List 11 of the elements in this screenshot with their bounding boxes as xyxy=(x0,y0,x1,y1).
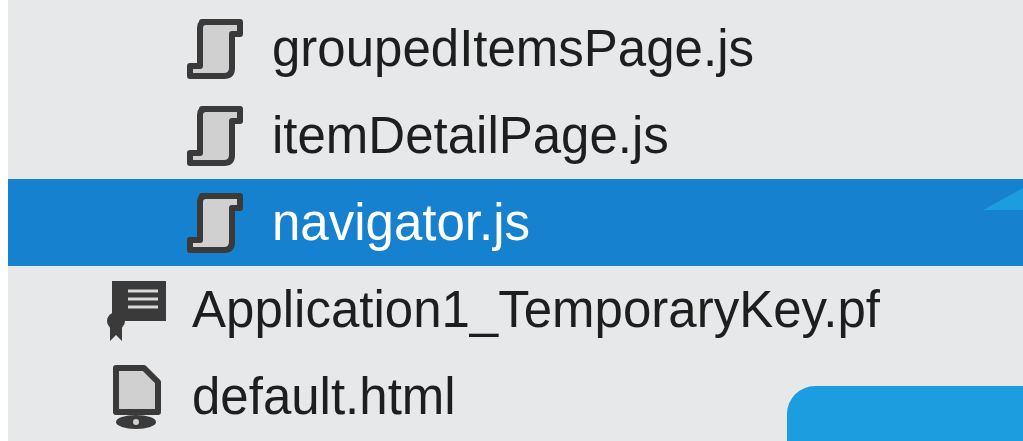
tree-item[interactable]: itemDetailPage.js xyxy=(8,92,1023,179)
file-name: groupedItemsPage.js xyxy=(272,19,754,78)
file-name: navigator.js xyxy=(272,193,530,252)
tree-item[interactable]: groupedItemsPage.js xyxy=(8,5,1023,92)
file-name: itemDetailPage.js xyxy=(272,106,669,165)
file-name: Application1_TemporaryKey.pf xyxy=(192,280,880,339)
tree-item[interactable]: Application1_TemporaryKey.pf xyxy=(8,266,1023,353)
tree-item[interactable]: navigator.js xyxy=(8,179,1023,266)
callout-pointer xyxy=(983,188,1023,210)
tree-item[interactable]: default.html xyxy=(8,353,1023,440)
file-name: default.html xyxy=(192,367,456,426)
